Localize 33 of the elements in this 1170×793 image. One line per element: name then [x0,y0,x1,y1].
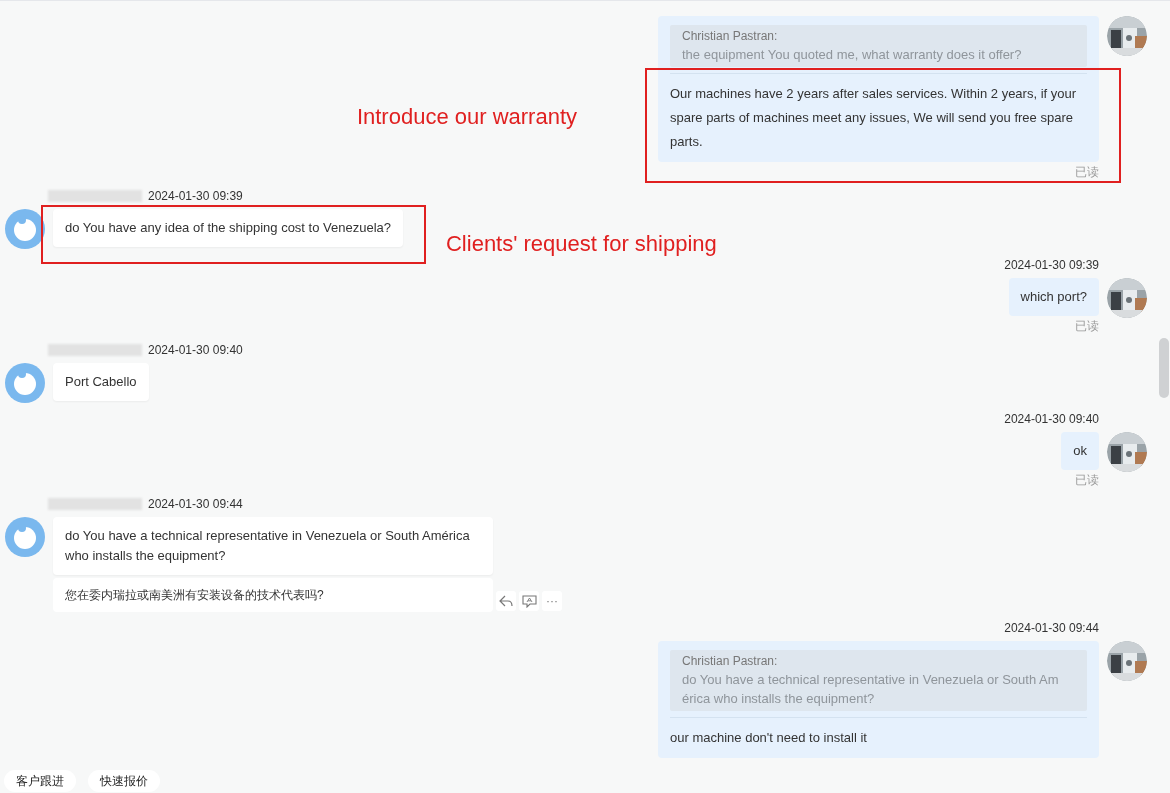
timestamp: 2024-01-30 09:44 [148,496,243,513]
quote-text: do You have a technical representative in Venezuela or South Am érica who installs the equipment? [682,671,1060,708]
avatar-icon [5,209,45,249]
timestamp: 2024-01-30 09:39 [1004,257,1099,274]
timestamp: 2024-01-30 09:40 [148,342,243,359]
message-bubble: Port Cabello [53,363,149,401]
message-bubble: do You have a technical representative in Venezuela or South América who installs the equipment? [53,517,493,575]
read-receipt: 已读 [1075,164,1099,180]
message-text: our machine don't need to install it [670,730,867,745]
quick-tab[interactable]: 快速报价 [88,770,160,792]
translate-icon [521,594,537,608]
annotation-label: Clients' request for shipping [446,231,717,257]
quote-text: the equipment You quoted me, what warranty does it offer? [682,46,1023,64]
more-button[interactable]: ··· [542,591,562,611]
read-receipt: 已读 [1075,472,1099,488]
translation-bubble: 您在委内瑞拉或南美洲有安装设备的技术代表吗? [53,578,493,612]
message-bubble: ok [1061,432,1099,470]
timestamp: 2024-01-30 09:44 [1004,620,1099,637]
reply-button[interactable] [496,591,516,611]
quick-tab[interactable]: 客户跟进 [4,770,76,792]
message-bubble: which port? [1008,278,1099,316]
scrollbar[interactable] [1159,338,1169,398]
quote-author: Christian Pastran: [682,28,779,45]
timestamp: 2024-01-30 09:39 [148,188,243,205]
avatar-icon [5,517,45,557]
translate-button[interactable] [519,591,539,611]
reply-icon [499,595,513,607]
avatar-icon [5,363,45,403]
quote-author: Christian Pastran: [682,653,779,670]
message-text: Our machines have 2 years after sales services. Within 2 years, if your spare parts of machines meet any issues, We will send you free spare parts. [670,86,1077,149]
read-receipt: 已读 [1075,318,1099,334]
annotation-label: Introduce our warranty [356,104,577,130]
timestamp: 2024-01-30 09:40 [1004,411,1099,428]
